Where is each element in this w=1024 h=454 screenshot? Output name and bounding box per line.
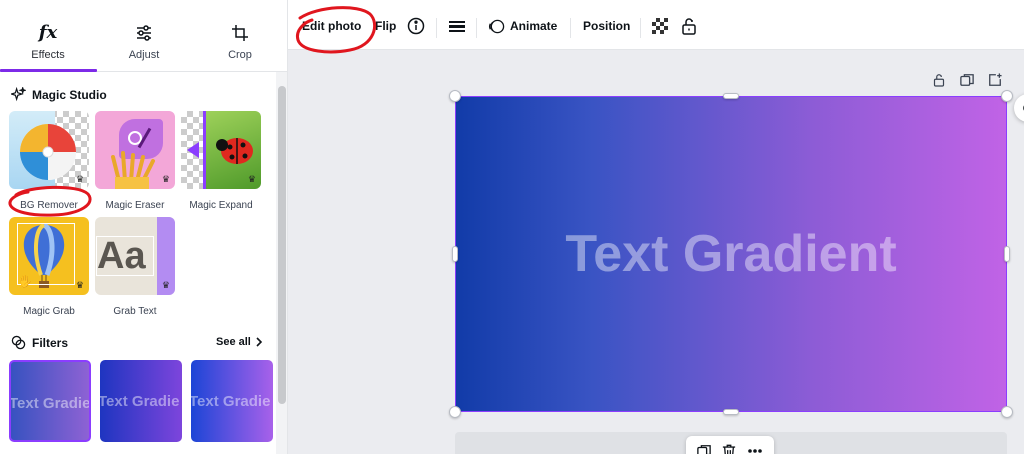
- tab-effects-label: Effects: [31, 49, 65, 61]
- add-page-button[interactable]: [987, 72, 1003, 88]
- flip-button[interactable]: Flip: [375, 14, 396, 38]
- duplicate-page-button[interactable]: [959, 72, 975, 88]
- crown-icon: ♛: [161, 174, 170, 184]
- crop-icon: [232, 25, 248, 41]
- panel-tabs: fx Effects Adjust Crop: [0, 0, 287, 72]
- filters-icon: [11, 335, 26, 350]
- unlock-icon: [682, 18, 696, 35]
- tool-magic-eraser-label: Magic Eraser: [105, 200, 165, 211]
- canvas-area: Text Gradient: [288, 50, 1024, 454]
- toolbar-divider: [476, 18, 477, 38]
- panel-scrollbar-thumb[interactable]: [278, 86, 286, 404]
- panel-scrollbar[interactable]: [276, 72, 287, 454]
- filters-heading: Filters: [11, 335, 68, 350]
- resize-handle-bottom[interactable]: [723, 409, 739, 415]
- resize-handle-top-left[interactable]: [449, 90, 461, 102]
- crown-icon: ♛: [247, 174, 256, 184]
- tab-effects[interactable]: fx Effects: [0, 0, 96, 72]
- transparency-button[interactable]: [652, 14, 668, 38]
- see-all-filters-link[interactable]: See all: [216, 336, 263, 348]
- chevron-right-icon: [256, 337, 262, 347]
- fries-image: ♛: [95, 111, 175, 189]
- position-label: Position: [583, 19, 631, 33]
- edit-photo-label: Edit photo: [302, 19, 362, 33]
- gradient-text[interactable]: Text Gradient: [455, 224, 1007, 284]
- balloon-image: 🖐 ♛: [9, 217, 89, 295]
- tab-adjust-label: Adjust: [128, 49, 160, 61]
- tool-magic-expand-label: Magic Expand: [189, 200, 253, 211]
- animate-button[interactable]: Animate: [488, 14, 557, 38]
- copy-element-button[interactable]: [697, 444, 712, 454]
- fx-icon: fx: [38, 22, 58, 43]
- info-icon: [407, 17, 425, 35]
- sparkle-icon: [11, 87, 26, 102]
- flip-label: Flip: [375, 19, 397, 33]
- top-toolbar: Edit photo Flip Animate Position: [288, 0, 1024, 50]
- add-page-icon: [989, 73, 1002, 86]
- tool-bg-remover-label: BG Remover: [20, 200, 78, 211]
- effects-panel: fx Effects Adjust Crop Magic Studio ♛ BG…: [0, 0, 288, 454]
- tab-crop[interactable]: Crop: [192, 0, 287, 72]
- tab-crop-label: Crop: [228, 49, 252, 61]
- rotate-button[interactable]: [1014, 94, 1024, 122]
- edit-photo-button[interactable]: Edit photo: [302, 14, 361, 38]
- crown-icon: ♛: [75, 174, 84, 184]
- filter-thumb-1[interactable]: Text Gradie: [9, 360, 91, 442]
- resize-handle-top[interactable]: [723, 93, 739, 99]
- design-page[interactable]: Text Gradient: [455, 96, 1007, 412]
- animate-label: Animate: [510, 19, 558, 33]
- ladybug-image: ♛: [181, 111, 261, 189]
- active-tab-indicator: [0, 69, 97, 72]
- toolbar-divider: [436, 18, 437, 38]
- lock-page-button[interactable]: [931, 72, 947, 88]
- crown-icon: ♛: [75, 280, 84, 290]
- ellipsis-icon: [747, 449, 762, 453]
- position-button[interactable]: Position: [583, 14, 630, 38]
- tool-magic-grab-label: Magic Grab: [23, 306, 75, 317]
- see-all-label: See all: [216, 336, 251, 348]
- magic-studio-heading: Magic Studio: [11, 87, 107, 102]
- filters-title: Filters: [32, 335, 69, 350]
- resize-handle-left[interactable]: [452, 246, 458, 262]
- sliders-icon: [137, 25, 151, 41]
- duplicate-icon: [960, 74, 974, 86]
- resize-handle-bottom-left[interactable]: [449, 406, 461, 418]
- toolbar-divider: [640, 18, 641, 38]
- border-lines-icon: [449, 21, 465, 32]
- resize-handle-top-right[interactable]: [1001, 90, 1013, 102]
- info-button[interactable]: [407, 14, 425, 38]
- trash-icon: [722, 444, 736, 454]
- lock-button[interactable]: [681, 14, 697, 38]
- beach-ball-image: ♛: [9, 111, 89, 189]
- magic-studio-title: Magic Studio: [32, 87, 107, 102]
- transparency-icon: [652, 18, 668, 34]
- more-options-button[interactable]: [747, 448, 763, 454]
- delete-element-button[interactable]: [722, 444, 736, 454]
- filter-thumb-3[interactable]: Text Gradie: [191, 360, 273, 442]
- border-style-button[interactable]: [448, 14, 466, 38]
- element-context-menu: [686, 436, 774, 454]
- toolbar-divider: [570, 18, 571, 38]
- tab-adjust[interactable]: Adjust: [96, 0, 192, 72]
- crown-icon: ♛: [161, 280, 170, 290]
- unlock-icon: [933, 74, 945, 87]
- resize-handle-right[interactable]: [1004, 246, 1010, 262]
- tool-grab-text-label: Grab Text: [113, 306, 157, 317]
- resize-handle-bottom-right[interactable]: [1001, 406, 1013, 418]
- aa-text-image: Aa ♛: [95, 217, 175, 295]
- animate-icon: [489, 19, 505, 33]
- filter-thumb-2[interactable]: Text Gradie: [100, 360, 182, 442]
- duplicate-icon: [697, 445, 712, 454]
